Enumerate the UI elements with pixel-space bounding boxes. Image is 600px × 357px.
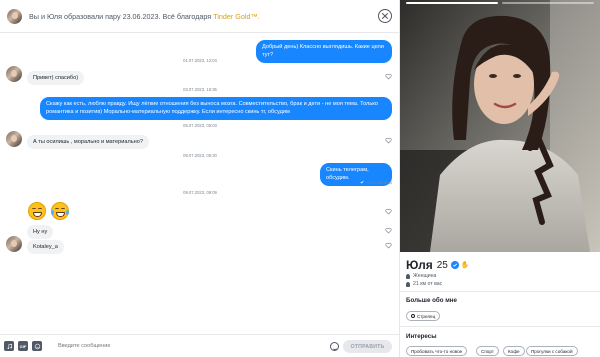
music-icon[interactable] xyxy=(4,341,14,351)
heart-icon xyxy=(385,73,392,80)
emoji-picker-icon[interactable] xyxy=(330,342,339,351)
close-icon xyxy=(382,13,388,19)
match-avatar[interactable] xyxy=(6,131,22,147)
heart-icon xyxy=(385,227,392,234)
interest-chip: Пробовать что-то новое xyxy=(406,346,468,356)
heart-icon xyxy=(385,242,392,249)
verified-badge-icon xyxy=(450,261,459,269)
wave-hand-icon: ✋ xyxy=(460,262,470,269)
distance-text: 21 км от вас xyxy=(413,281,443,287)
interests-section-title: Интересы xyxy=(406,333,437,340)
gender-text: Женщина xyxy=(413,273,437,279)
send-button[interactable]: ОТПРАВИТЬ xyxy=(343,340,392,353)
photo-indicator-active[interactable] xyxy=(406,2,498,4)
about-section-title: Больше обо мне xyxy=(406,297,457,304)
interest-chip: Кофе xyxy=(503,346,525,356)
sticker-icon[interactable] xyxy=(32,341,42,351)
grinning-emoji-icon xyxy=(28,202,46,220)
match-info-prefix: Вы и Юля образовали пару 23.06.2023. Всё… xyxy=(29,11,214,21)
message-incoming[interactable]: Ну ну xyxy=(27,225,54,239)
divider xyxy=(400,291,600,292)
chat-header: Вы и Юля образовали пару 23.06.2023. Всё… xyxy=(0,0,400,33)
gif-button[interactable]: GIF xyxy=(18,341,28,351)
message-list[interactable]: Добрый день) Классно выглядишь. Какие це… xyxy=(0,33,400,334)
heart-icon xyxy=(385,208,392,215)
timestamp: 01.07.2023, 12:04 xyxy=(183,58,217,63)
like-message-button[interactable] xyxy=(385,242,392,249)
message-incoming[interactable]: Привет) спасибо) xyxy=(27,71,85,85)
distance-row: 21 км от вас xyxy=(406,281,442,287)
like-message-button[interactable] xyxy=(385,227,392,234)
profile-panel: Юля 25 ✋ Женщина 21 км от вас Больше обо… xyxy=(400,0,600,357)
match-avatar[interactable] xyxy=(7,8,22,24)
match-info-text: Вы и Юля образовали пару 23.06.2023. Всё… xyxy=(29,12,260,21)
like-message-button[interactable] xyxy=(385,73,392,80)
match-avatar[interactable] xyxy=(6,66,22,82)
profile-photo[interactable] xyxy=(400,0,600,252)
tinder-gold-link[interactable]: Tinder Gold™. xyxy=(213,12,259,21)
chat-panel: Вы и Юля образовали пару 23.06.2023. Всё… xyxy=(0,0,400,357)
zodiac-icon xyxy=(411,314,415,318)
timestamp: 09.07.2023, 09:09 xyxy=(183,190,217,195)
message-incoming[interactable]: А ты осилишь , морально и материально? xyxy=(27,135,149,149)
location-pin-icon xyxy=(406,281,410,287)
close-button[interactable] xyxy=(378,9,392,23)
sent-label: Отправлено xyxy=(367,179,392,185)
gender-row: Женщина xyxy=(406,273,436,279)
like-message-button[interactable] xyxy=(385,137,392,144)
like-message-button[interactable] xyxy=(385,208,392,215)
profile-age: 25 xyxy=(436,259,448,271)
match-avatar[interactable] xyxy=(6,236,22,252)
checkmark-icon xyxy=(359,179,366,185)
person-icon xyxy=(406,273,410,279)
message-incoming[interactable]: Kotaley_a xyxy=(27,240,64,254)
message-status: Отправлено xyxy=(359,179,392,185)
interest-chip: Спорт xyxy=(476,346,499,356)
zodiac-label: Стрелец xyxy=(417,313,436,319)
profile-name: Юля 25 ✋ xyxy=(406,258,470,272)
timestamp: 09.07.2023, 05:30 xyxy=(183,153,217,158)
profile-name-text: Юля xyxy=(406,258,433,272)
photo-indicator[interactable] xyxy=(502,2,594,4)
interest-chip: Прогулки с собакой xyxy=(526,346,578,356)
zodiac-chip: Стрелец xyxy=(406,311,441,321)
tears-of-joy-emoji-icon xyxy=(51,202,69,220)
divider xyxy=(400,326,600,327)
timestamp: 03.07.2023, 16:35 xyxy=(183,87,217,92)
timestamp: 05.07.2023, 05:03 xyxy=(183,123,217,128)
heart-icon xyxy=(385,137,392,144)
message-input[interactable] xyxy=(58,343,308,349)
message-composer: GIF ОТПРАВИТЬ xyxy=(0,334,400,357)
message-outgoing[interactable]: Скажу как есть, люблю правду. Ищу лёгкие… xyxy=(40,97,392,120)
